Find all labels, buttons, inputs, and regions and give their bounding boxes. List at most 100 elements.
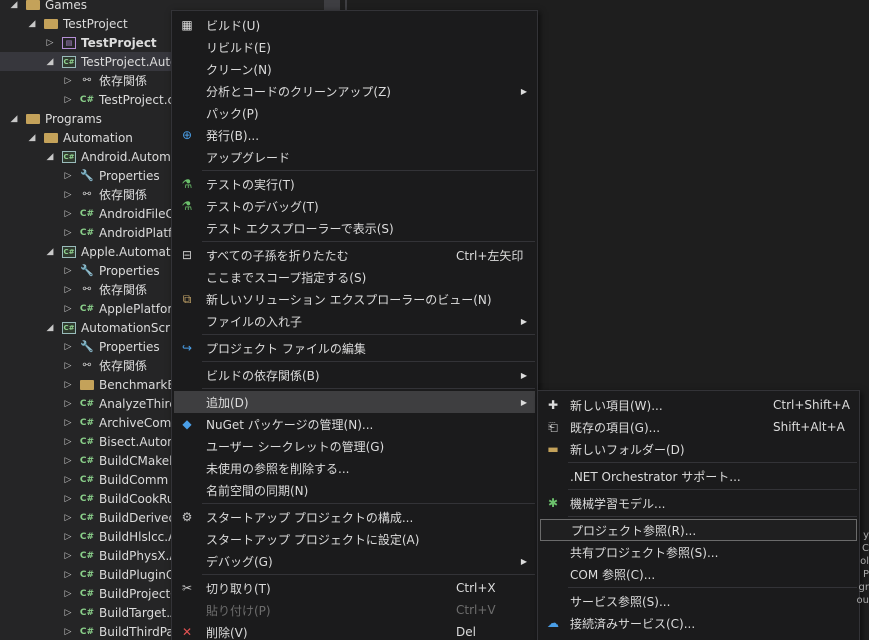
menu-item-label: 新しい項目(W)... bbox=[570, 398, 663, 413]
menu-item[interactable]: スタートアップ プロジェクトに設定(A) bbox=[174, 528, 535, 550]
expanded-chevron-icon[interactable]: ◢ bbox=[44, 151, 56, 163]
menu-item[interactable]: ⚙ スタートアップ プロジェクトの構成... bbox=[174, 506, 535, 528]
expanded-chevron-icon[interactable]: ◢ bbox=[8, 113, 20, 125]
menu-item[interactable]: プロジェクト参照(R)... bbox=[540, 519, 857, 541]
background-text: y bbox=[863, 530, 869, 541]
collapsed-chevron-icon[interactable]: ▷ bbox=[62, 284, 74, 296]
submenu-arrow-icon: ▶ bbox=[520, 556, 527, 566]
expanded-chevron-icon[interactable]: ◢ bbox=[44, 322, 56, 334]
background-text: ou bbox=[856, 595, 869, 606]
collapsed-chevron-icon[interactable]: ▷ bbox=[62, 455, 74, 467]
tree-item-label: Programs bbox=[45, 111, 102, 126]
menu-separator bbox=[568, 462, 857, 463]
menu-item[interactable]: ↪ プロジェクト ファイルの編集 bbox=[174, 337, 535, 359]
expanded-chevron-icon[interactable]: ◢ bbox=[8, 0, 20, 11]
collapsed-chevron-icon[interactable]: ▷ bbox=[62, 341, 74, 353]
menu-item[interactable]: クリーン(N) bbox=[174, 58, 535, 80]
collapsed-chevron-icon[interactable]: ▷ bbox=[62, 474, 74, 486]
menu-item[interactable]: 分析とコードのクリーンアップ(Z) ▶ bbox=[174, 80, 535, 102]
collapsed-chevron-icon[interactable]: ▷ bbox=[62, 607, 74, 619]
menu-item[interactable]: 追加(D) ▶ bbox=[174, 391, 535, 413]
menu-item-label: ここまでスコープ指定する(S) bbox=[206, 270, 367, 285]
menu-item[interactable]: ここまでスコープ指定する(S) bbox=[174, 266, 535, 288]
menu-item[interactable]: ▦ ビルド(U) bbox=[174, 14, 535, 36]
menu-item-label: 新しいソリューション エクスプローラーのビュー(N) bbox=[206, 292, 492, 307]
menu-item[interactable]: アップグレード bbox=[174, 146, 535, 168]
csharp-file-icon: C# bbox=[79, 455, 95, 466]
menu-item[interactable]: COM 参照(C)... bbox=[540, 563, 857, 585]
menu-item[interactable]: ✂ 切り取り(T) Ctrl+X bbox=[174, 577, 535, 599]
panel-divider[interactable] bbox=[345, 0, 347, 10]
collapsed-chevron-icon[interactable]: ▷ bbox=[62, 379, 74, 391]
collapsed-chevron-icon[interactable]: ▷ bbox=[62, 588, 74, 600]
debug-test-icon: ⚗ bbox=[181, 199, 193, 213]
menu-item[interactable]: リビルド(E) bbox=[174, 36, 535, 58]
menu-item[interactable]: ⚗ テストの実行(T) bbox=[174, 173, 535, 195]
collapsed-chevron-icon[interactable]: ▷ bbox=[62, 208, 74, 220]
menu-item-label: デバッグ(G) bbox=[206, 554, 273, 569]
menu-item[interactable]: ⎗ 既存の項目(G)... Shift+Alt+A bbox=[540, 416, 857, 438]
ml-model-icon: ✱ bbox=[547, 496, 559, 510]
collapsed-chevron-icon[interactable]: ▷ bbox=[62, 550, 74, 562]
menu-item[interactable]: ✱ 機械学習モデル... bbox=[540, 492, 857, 514]
connected-service-icon: ☁ bbox=[547, 616, 559, 630]
tree-scrollbar[interactable] bbox=[324, 0, 340, 10]
expanded-chevron-icon[interactable]: ◢ bbox=[44, 56, 56, 68]
collapsed-chevron-icon[interactable]: ▷ bbox=[62, 531, 74, 543]
background-text: P bbox=[862, 569, 869, 580]
expanded-chevron-icon[interactable]: ◢ bbox=[26, 132, 38, 144]
menu-item[interactable]: .NET Orchestrator サポート... bbox=[540, 465, 857, 487]
collapsed-chevron-icon[interactable]: ▷ bbox=[62, 436, 74, 448]
collapsed-chevron-icon[interactable]: ▷ bbox=[62, 360, 74, 372]
menu-item[interactable]: デバッグ(G) ▶ bbox=[174, 550, 535, 572]
collapsed-chevron-icon[interactable]: ▷ bbox=[62, 265, 74, 277]
wrench-icon: 🔧 bbox=[80, 264, 94, 277]
new-view-icon: ⧉ bbox=[182, 291, 192, 306]
csharp-file-icon: C# bbox=[79, 569, 95, 580]
new-folder-icon: ▬ bbox=[547, 442, 559, 456]
submenu-arrow-icon: ▶ bbox=[520, 397, 527, 407]
menu-item[interactable]: 名前空間の同期(N) bbox=[174, 479, 535, 501]
menu-item[interactable]: ファイルの入れ子 ▶ bbox=[174, 310, 535, 332]
collapsed-chevron-icon[interactable]: ▷ bbox=[62, 398, 74, 410]
collapsed-chevron-icon[interactable]: ▷ bbox=[62, 189, 74, 201]
menu-item[interactable]: ⊟ すべての子孫を折りたたむ Ctrl+左矢印 bbox=[174, 244, 535, 266]
menu-separator bbox=[568, 587, 857, 588]
menu-item[interactable]: テスト エクスプローラーで表示(S) bbox=[174, 217, 535, 239]
menu-item[interactable]: ⚗ テストのデバッグ(T) bbox=[174, 195, 535, 217]
collapsed-chevron-icon[interactable]: ▷ bbox=[62, 626, 74, 638]
expanded-chevron-icon[interactable]: ◢ bbox=[26, 18, 38, 30]
menu-separator bbox=[202, 334, 535, 335]
collapsed-chevron-icon[interactable]: ▷ bbox=[62, 417, 74, 429]
menu-item-label: COM 参照(C)... bbox=[570, 567, 656, 582]
context-menu: ▦ ビルド(U) リビルド(E) クリーン(N) 分析とコードのクリーンアップ(Z) ▶ パ… bbox=[171, 10, 538, 640]
menu-item[interactable]: ☁ 接続済みサービス(C)... bbox=[540, 612, 857, 634]
menu-item[interactable]: ビルドの依存関係(B) ▶ bbox=[174, 364, 535, 386]
collapsed-chevron-icon[interactable]: ▷ bbox=[62, 493, 74, 505]
menu-item[interactable]: ✕ 削除(V) Del bbox=[174, 621, 535, 640]
menu-item[interactable]: 共有プロジェクト参照(S)... bbox=[540, 541, 857, 563]
collapsed-chevron-icon[interactable]: ▷ bbox=[62, 512, 74, 524]
submenu-arrow-icon: ▶ bbox=[520, 86, 527, 96]
menu-item[interactable]: 未使用の参照を削除する... bbox=[174, 457, 535, 479]
scissors-icon: ✂ bbox=[181, 581, 193, 595]
menu-item[interactable]: ▬ 新しいフォルダー(D) bbox=[540, 438, 857, 460]
collapsed-chevron-icon[interactable]: ▷ bbox=[44, 37, 56, 49]
collapsed-chevron-icon[interactable]: ▷ bbox=[62, 170, 74, 182]
menu-item[interactable]: ✚ 新しい項目(W)... Ctrl+Shift+A bbox=[540, 394, 857, 416]
collapsed-chevron-icon[interactable]: ▷ bbox=[62, 303, 74, 315]
menu-item[interactable]: ◆ NuGet パッケージの管理(N)... bbox=[174, 413, 535, 435]
menu-item[interactable]: パック(P) bbox=[174, 102, 535, 124]
submenu-arrow-icon: ▶ bbox=[520, 370, 527, 380]
expanded-chevron-icon[interactable]: ◢ bbox=[44, 246, 56, 258]
menu-item[interactable]: ⧉ 新しいソリューション エクスプローラーのビュー(N) bbox=[174, 288, 535, 310]
menu-item[interactable]: ユーザー シークレットの管理(G) bbox=[174, 435, 535, 457]
menu-item[interactable]: ⊕ 発行(B)... bbox=[174, 124, 535, 146]
collapsed-chevron-icon[interactable]: ▷ bbox=[62, 75, 74, 87]
collapsed-chevron-icon[interactable]: ▷ bbox=[62, 569, 74, 581]
menu-item[interactable]: サービス参照(S)... bbox=[540, 590, 857, 612]
dependencies-icon: ⚯ bbox=[82, 75, 92, 86]
menu-item-label: テスト エクスプローラーで表示(S) bbox=[206, 221, 394, 236]
collapsed-chevron-icon[interactable]: ▷ bbox=[62, 94, 74, 106]
collapsed-chevron-icon[interactable]: ▷ bbox=[62, 227, 74, 239]
